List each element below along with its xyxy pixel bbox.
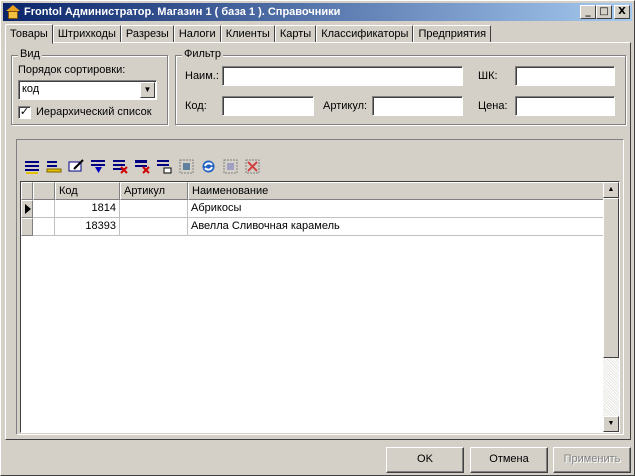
column-header-name[interactable]: Наименование <box>188 182 605 200</box>
tab-barcodes[interactable]: Штрихкоды <box>52 25 121 43</box>
row-flag-cell <box>33 200 55 218</box>
copy-record-icon[interactable] <box>89 157 108 176</box>
name-filter-label: Наим.: <box>185 70 219 82</box>
app-icon <box>5 5 21 19</box>
view-group-title: Вид <box>18 48 42 60</box>
column-header-article[interactable]: Артикул <box>120 182 188 200</box>
current-row-indicator <box>21 200 33 218</box>
header-indicator <box>21 182 33 200</box>
table-row[interactable]: 1814 Абрикосы <box>21 200 605 218</box>
name-filter-input[interactable] <box>222 66 463 86</box>
table-row[interactable]: 18393 Авелла Сливочная карамель <box>21 218 605 236</box>
goods-table[interactable]: Код Артикул Наименование 1814 Абрикосы 1… <box>20 181 620 433</box>
cell-name[interactable]: Авелла Сливочная карамель <box>188 218 605 236</box>
hierarchical-label: Иерархический список <box>36 106 152 118</box>
filter-group-title: Фильтр <box>182 48 223 60</box>
delete-marked-icon[interactable] <box>133 157 152 176</box>
scroll-thumb[interactable] <box>603 198 619 358</box>
tab-taxes[interactable]: Налоги <box>173 25 221 43</box>
tab-classifiers[interactable]: Классификаторы <box>316 25 414 43</box>
view-group: Вид Порядок сортировки: код ▼ ✓ Иерархич… <box>11 48 168 125</box>
code-filter-label: Код: <box>185 100 207 112</box>
maximize-button[interactable]: □ <box>596 5 612 19</box>
cancel-button[interactable]: Отмена <box>470 447 548 473</box>
minimize-button[interactable]: _ <box>580 5 596 19</box>
refresh-icon[interactable] <box>199 157 218 176</box>
table-header: Код Артикул Наименование <box>21 182 605 200</box>
tab-enterprises[interactable]: Предприятия <box>413 25 492 43</box>
scroll-down-icon[interactable]: ▼ <box>603 416 619 432</box>
new-group-icon[interactable] <box>155 157 174 176</box>
tab-clients[interactable]: Клиенты <box>220 25 275 43</box>
goods-list-panel: Код Артикул Наименование 1814 Абрикосы 1… <box>16 139 624 435</box>
code-filter-input[interactable] <box>222 96 314 116</box>
delete-record-icon[interactable] <box>111 157 130 176</box>
row-flag-cell <box>33 218 55 236</box>
edit-record-icon[interactable] <box>45 157 64 176</box>
tab-goods[interactable]: Товары <box>5 24 53 44</box>
unmark-icon[interactable] <box>243 157 262 176</box>
tab-sections[interactable]: Разрезы <box>120 25 174 43</box>
sort-order-value: код <box>22 83 40 95</box>
ok-button[interactable]: OK <box>386 447 464 473</box>
sort-order-select[interactable]: код ▼ <box>18 80 157 100</box>
price-filter-input[interactable] <box>515 96 615 116</box>
column-header-code[interactable]: Код <box>55 182 120 200</box>
window-title: Frontol Администратор. Магазин 1 ( база … <box>24 6 341 18</box>
tab-strip: Товары Штрихкоды Разрезы Налоги Клиенты … <box>5 23 492 44</box>
apply-button[interactable]: Применить <box>553 447 631 473</box>
add-record-icon[interactable] <box>23 157 42 176</box>
filter-group: Фильтр Наим.: ШК: Код: Артикул: Цена: <box>175 48 626 125</box>
article-filter-input[interactable] <box>372 96 463 116</box>
edit-field-icon[interactable] <box>67 157 86 176</box>
list-toolbar <box>23 157 262 176</box>
article-filter-label: Артикул: <box>323 100 368 112</box>
cell-code[interactable]: 1814 <box>55 200 120 218</box>
mark-icon[interactable] <box>221 157 240 176</box>
select-all-icon[interactable] <box>177 157 196 176</box>
goods-tab-panel: Вид Порядок сортировки: код ▼ ✓ Иерархич… <box>5 42 631 440</box>
barcode-filter-label: ШК: <box>478 70 498 82</box>
scroll-up-icon[interactable]: ▲ <box>603 182 619 198</box>
title-bar[interactable]: Frontol Администратор. Магазин 1 ( база … <box>3 3 632 21</box>
chevron-down-icon[interactable]: ▼ <box>140 82 155 98</box>
barcode-filter-input[interactable] <box>515 66 615 86</box>
cell-code[interactable]: 18393 <box>55 218 120 236</box>
sort-order-label: Порядок сортировки: <box>18 64 126 76</box>
vertical-scrollbar[interactable]: ▲ ▼ <box>603 182 619 432</box>
close-button[interactable]: X <box>614 5 630 19</box>
cell-article[interactable] <box>120 200 188 218</box>
row-indicator <box>21 218 33 236</box>
cell-name[interactable]: Абрикосы <box>188 200 605 218</box>
cell-article[interactable] <box>120 218 188 236</box>
price-filter-label: Цена: <box>478 100 508 112</box>
hierarchical-checkbox[interactable]: ✓ <box>18 106 31 119</box>
tab-cards[interactable]: Карты <box>274 25 317 43</box>
header-spacer <box>33 182 55 200</box>
main-window: Frontol Администратор. Магазин 1 ( база … <box>0 0 635 476</box>
